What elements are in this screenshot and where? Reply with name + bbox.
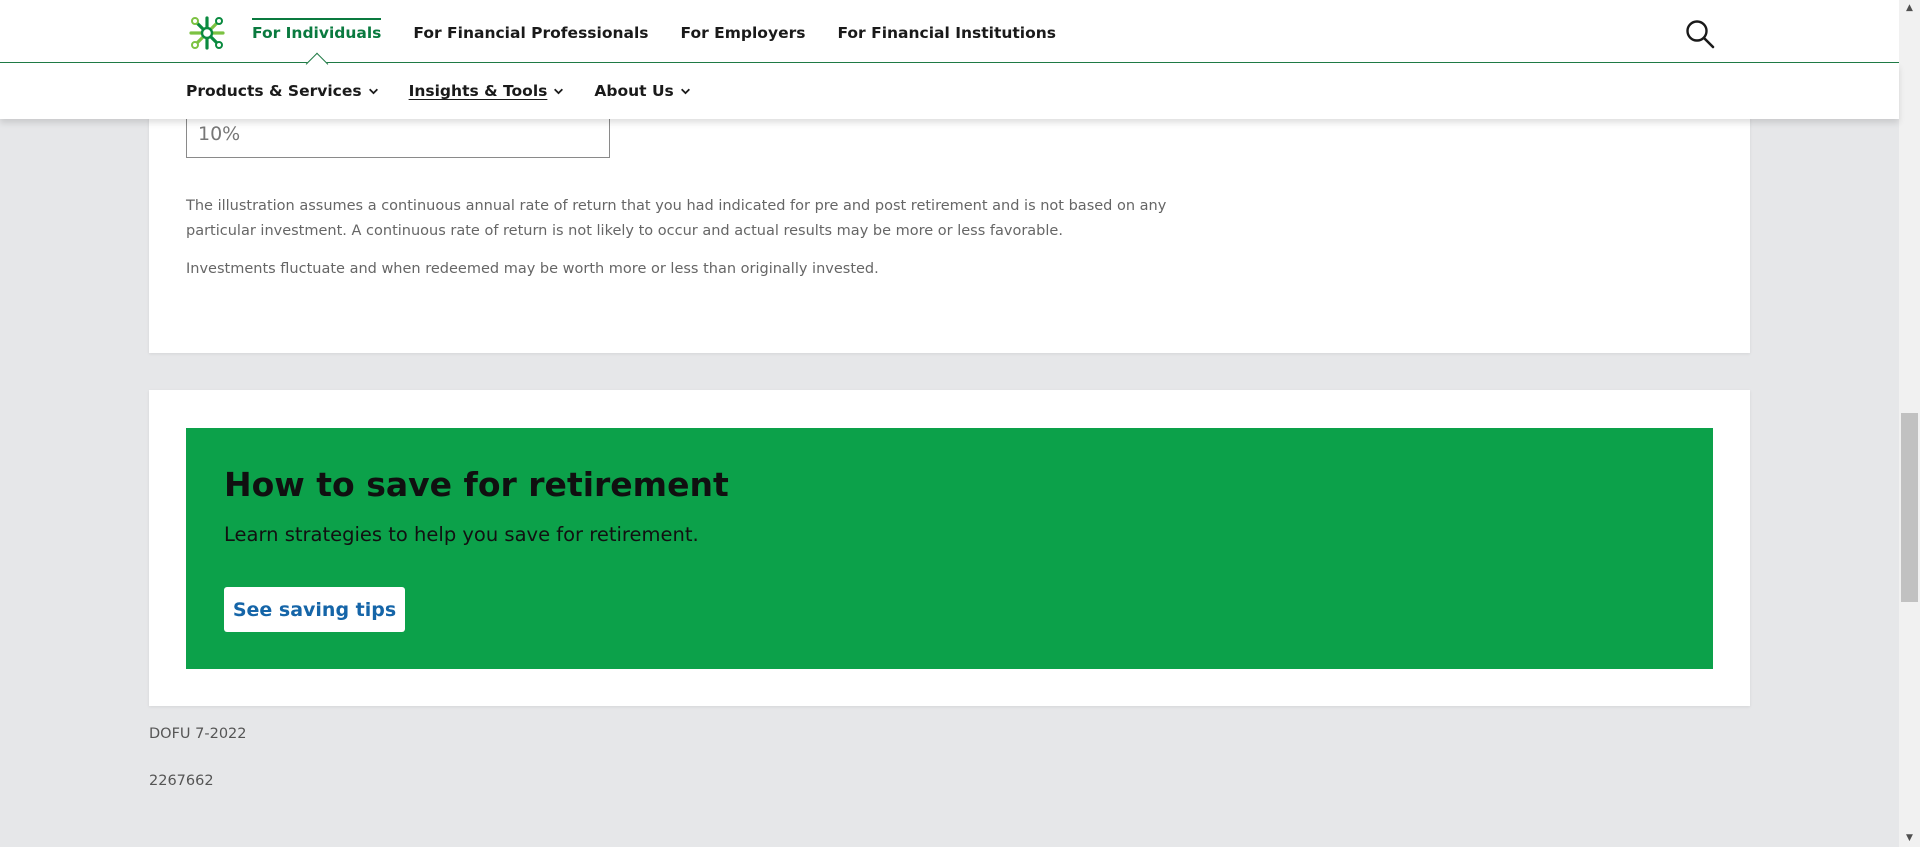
cta-description: Learn strategies to help you save for re… [224,523,699,546]
calculator-panel: The illustration assumes a continuous an… [149,80,1750,353]
tab-label: For Financial Institutions [837,24,1057,42]
nav-label: Insights & Tools [408,82,548,100]
tab-for-financial-professionals[interactable]: For Financial Professionals [413,0,648,63]
chevron-down-icon [368,88,378,94]
rate-of-return-input[interactable] [186,113,610,158]
illustration-disclaimer: The illustration assumes a continuous an… [186,198,1167,239]
audience-nav-bar: For Individuals For Financial Profession… [0,0,1899,76]
brand-logo-icon[interactable] [186,14,228,52]
scroll-up-arrow-icon[interactable]: ▲ [1899,0,1920,17]
main-nav-bar: Products & Services Insights & Tools Abo… [0,63,1899,119]
cta-title: How to save for retirement [224,465,729,504]
scroll-down-arrow-icon[interactable]: ▼ [1899,830,1920,847]
cta-banner: How to save for retirement Learn strateg… [186,428,1713,669]
nav-products-services[interactable]: Products & Services [186,82,379,100]
tab-for-financial-institutions[interactable]: For Financial Institutions [837,0,1056,63]
page-scrollbar[interactable]: ▲ ▼ [1899,0,1920,847]
search-icon[interactable] [1684,18,1716,50]
document-number: 2267662 [149,773,214,789]
main-nav: Products & Services Insights & Tools Abo… [186,63,721,119]
nav-insights-tools[interactable]: Insights & Tools [409,82,565,100]
tab-label: For Financial Professionals [413,24,649,42]
chevron-down-icon [554,88,564,94]
tab-label: For Individuals [252,24,382,42]
see-saving-tips-button[interactable]: See saving tips [224,587,405,632]
tab-label: For Employers [680,24,806,42]
nav-label: Products & Services [186,82,362,100]
tab-for-employers[interactable]: For Employers [681,0,806,63]
nav-about-us[interactable]: About Us [594,82,690,100]
scrollbar-thumb[interactable] [1901,413,1918,602]
audience-tabs: For Individuals For Financial Profession… [252,0,1088,76]
tab-for-individuals[interactable]: For Individuals [252,0,382,76]
nav-label: About Us [594,82,674,100]
investment-disclaimer: Investments fluctuate and when redeemed … [186,261,879,277]
document-code: DOFU 7-2022 [149,726,247,742]
chevron-down-icon [680,88,690,94]
cta-panel: How to save for retirement Learn strateg… [149,390,1750,706]
